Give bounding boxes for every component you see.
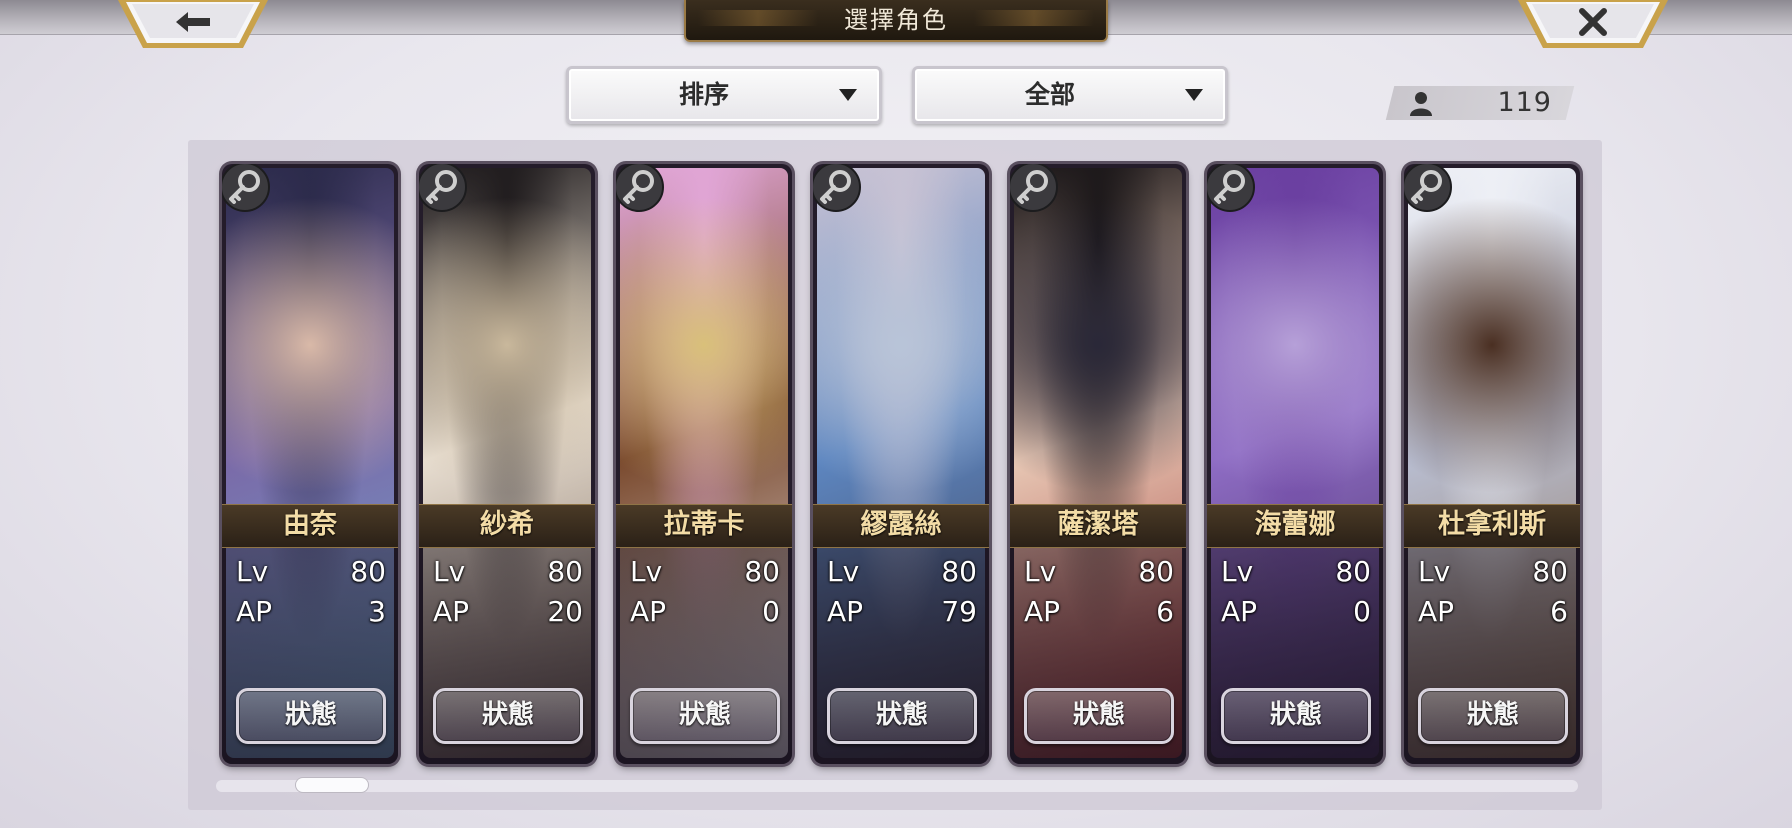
page-title: 選擇角色 xyxy=(844,6,948,34)
level-row: Lv 80 xyxy=(236,554,386,590)
ap-row: AP 6 xyxy=(1418,594,1568,630)
character-count-badge: 119 xyxy=(1390,86,1570,120)
level-row: Lv 80 xyxy=(827,554,977,590)
level-label: Lv xyxy=(236,555,269,588)
status-button[interactable]: 狀態 xyxy=(236,688,386,744)
level-value: 80 xyxy=(744,555,780,588)
ap-label: AP xyxy=(1024,595,1061,628)
level-value: 80 xyxy=(350,555,386,588)
filter-dropdown[interactable]: 全部 xyxy=(912,66,1228,124)
status-button[interactable]: 狀態 xyxy=(433,688,583,744)
character-card[interactable]: 海蕾娜 Lv 80 AP 0 狀態 xyxy=(1207,164,1383,764)
level-row: Lv 80 xyxy=(1024,554,1174,590)
level-label: Lv xyxy=(1024,555,1057,588)
level-row: Lv 80 xyxy=(433,554,583,590)
ap-row: AP 0 xyxy=(1221,594,1371,630)
ap-value: 79 xyxy=(941,595,977,628)
level-value: 80 xyxy=(1532,555,1568,588)
filter-dropdown-label: 全部 xyxy=(1024,80,1075,109)
character-count: 119 xyxy=(1497,87,1552,118)
ap-value: 6 xyxy=(1156,595,1174,628)
ap-row: AP 20 xyxy=(433,594,583,630)
sort-dropdown-label: 排序 xyxy=(678,80,729,109)
status-button-label: 狀態 xyxy=(1466,700,1519,730)
character-card[interactable]: 薩潔塔 Lv 80 AP 6 狀態 xyxy=(1010,164,1186,764)
ap-label: AP xyxy=(1221,595,1258,628)
key-icon xyxy=(616,164,664,212)
level-row: Lv 80 xyxy=(1221,554,1371,590)
key-icon xyxy=(1010,164,1058,212)
character-card[interactable]: 由奈 Lv 80 AP 3 狀態 xyxy=(222,164,398,764)
ap-label: AP xyxy=(827,595,864,628)
horizontal-scrollbar-thumb[interactable] xyxy=(296,778,368,792)
level-value: 80 xyxy=(547,555,583,588)
status-button[interactable]: 狀態 xyxy=(1221,688,1371,744)
character-name: 拉蒂卡 xyxy=(663,509,745,540)
ap-row: AP 3 xyxy=(236,594,386,630)
ap-label: AP xyxy=(630,595,667,628)
ap-value: 6 xyxy=(1550,595,1568,628)
level-value: 80 xyxy=(1138,555,1174,588)
status-button-label: 狀態 xyxy=(1269,700,1322,730)
level-row: Lv 80 xyxy=(630,554,780,590)
character-name: 由奈 xyxy=(283,509,337,540)
ap-row: AP 6 xyxy=(1024,594,1174,630)
close-button[interactable] xyxy=(1518,0,1668,50)
status-button-label: 狀態 xyxy=(678,700,731,730)
character-card[interactable]: 拉蒂卡 Lv 80 AP 0 狀態 xyxy=(616,164,792,764)
level-label: Lv xyxy=(1418,555,1451,588)
character-card[interactable]: 杜拿利斯 Lv 80 AP 6 狀態 xyxy=(1404,164,1580,764)
title-plate: 選擇角色 xyxy=(684,0,1108,42)
key-icon xyxy=(222,164,270,212)
level-value: 80 xyxy=(941,555,977,588)
character-name: 海蕾娜 xyxy=(1254,509,1336,540)
status-button-label: 狀態 xyxy=(481,700,534,730)
ap-value: 0 xyxy=(1353,595,1371,628)
back-button[interactable] xyxy=(118,0,268,50)
ap-label: AP xyxy=(433,595,470,628)
ap-value: 0 xyxy=(762,595,780,628)
level-row: Lv 80 xyxy=(1418,554,1568,590)
status-button[interactable]: 狀態 xyxy=(1024,688,1174,744)
level-value: 80 xyxy=(1335,555,1371,588)
status-button[interactable]: 狀態 xyxy=(630,688,780,744)
back-arrow-icon xyxy=(176,12,210,32)
status-button-label: 狀態 xyxy=(1072,700,1125,730)
ap-row: AP 0 xyxy=(630,594,780,630)
horizontal-scrollbar-track[interactable] xyxy=(216,780,1578,792)
character-card[interactable]: 紗希 Lv 80 AP 20 狀態 xyxy=(419,164,595,764)
chevron-down-icon xyxy=(1185,89,1203,101)
level-label: Lv xyxy=(827,555,860,588)
close-x-icon xyxy=(1579,8,1607,36)
character-name: 杜拿利斯 xyxy=(1438,509,1546,540)
sort-dropdown[interactable]: 排序 xyxy=(566,66,882,124)
ap-value: 20 xyxy=(547,595,583,628)
level-label: Lv xyxy=(433,555,466,588)
key-icon xyxy=(1404,164,1452,212)
person-icon xyxy=(1410,92,1432,116)
status-button[interactable]: 狀態 xyxy=(827,688,977,744)
character-card[interactable]: 繆露絲 Lv 80 AP 79 狀態 xyxy=(813,164,989,764)
chevron-down-icon xyxy=(839,89,857,101)
ap-row: AP 79 xyxy=(827,594,977,630)
ap-label: AP xyxy=(236,595,273,628)
character-name: 薩潔塔 xyxy=(1057,509,1139,540)
level-label: Lv xyxy=(630,555,663,588)
status-button[interactable]: 狀態 xyxy=(1418,688,1568,744)
level-label: Lv xyxy=(1221,555,1254,588)
status-button-label: 狀態 xyxy=(284,700,337,730)
character-name: 繆露絲 xyxy=(860,509,942,540)
key-icon xyxy=(419,164,467,212)
key-icon xyxy=(813,164,861,212)
character-name: 紗希 xyxy=(480,509,534,540)
ap-label: AP xyxy=(1418,595,1455,628)
status-button-label: 狀態 xyxy=(875,700,928,730)
key-icon xyxy=(1207,164,1255,212)
ap-value: 3 xyxy=(368,595,386,628)
